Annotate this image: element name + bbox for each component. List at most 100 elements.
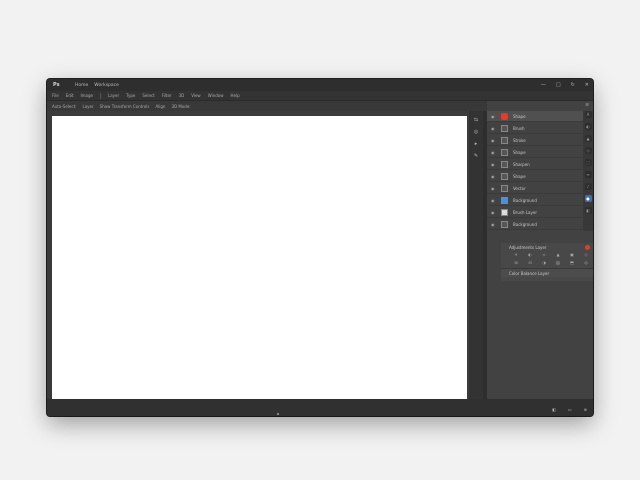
eye-icon[interactable]: ◉ [491, 222, 497, 227]
play-icon[interactable]: ▸ [475, 141, 478, 147]
record-dot-icon[interactable] [585, 245, 590, 250]
adjustments-grid: ☀ ◐ ≈ ▲ ▣ ◇ ⊞ ⊟ ◑ ▧ ⬒ ◎ [501, 252, 593, 268]
invert-icon[interactable]: ◑ [537, 260, 551, 268]
layer-thumbnail [501, 124, 508, 132]
panel-menu-icon[interactable]: ≡ [585, 103, 589, 108]
menu-3d[interactable]: 3D [179, 93, 185, 98]
refresh-icon[interactable]: ↻ [571, 82, 575, 88]
title-menu: Home Workspace [75, 83, 119, 88]
document-canvas[interactable] [52, 116, 467, 399]
mask-icon[interactable]: ◧ [584, 207, 592, 214]
title-bar: Ps Home Workspace — □ ↻ ✕ [47, 79, 593, 91]
panel-side-icons: A ◐ ▲ ◇ ⬚ ≡ ♪ ● ◧ [583, 111, 593, 231]
layer-row[interactable]: ◉ Brush [487, 123, 583, 134]
layers-panel: ≡ ◉ Shape ◉ Brush ◉ Stroke ◉ Shape ◉ Sha… [487, 101, 593, 399]
menu-select[interactable]: Select [142, 93, 154, 98]
threshold-icon[interactable]: ⬒ [565, 260, 579, 268]
music-icon[interactable]: ♪ [584, 183, 592, 190]
layer-thumbnail [501, 148, 508, 156]
title-menu-home[interactable]: Home [75, 83, 88, 88]
layer-row[interactable]: ◉ Shape [487, 111, 583, 122]
window-controls: — □ ↻ ✕ [541, 79, 589, 91]
new-layer-icon[interactable]: ▭ [568, 407, 572, 412]
menu-bar: File Edit Image Layer Type Select Filter… [47, 91, 593, 101]
frame-icon[interactable]: ⬚ [584, 159, 592, 166]
option-align[interactable]: Align [155, 104, 165, 109]
text-icon[interactable]: A [584, 111, 592, 118]
menu-image[interactable]: Image [80, 93, 93, 98]
curves-icon[interactable]: ≈ [537, 252, 551, 260]
layer-name: Sharpen [513, 161, 530, 167]
option-auto-select[interactable]: Auto-Select: [52, 104, 77, 109]
posterize-icon[interactable]: ▧ [551, 260, 565, 268]
layer-thumbnail [501, 196, 508, 204]
menu-help[interactable]: Help [230, 93, 239, 98]
target-icon[interactable]: ◎ [474, 129, 478, 135]
eye-icon[interactable]: ◉ [491, 114, 497, 119]
menu-filter[interactable]: Filter [162, 93, 172, 98]
list-icon[interactable]: ≡ [584, 171, 592, 178]
eye-icon[interactable]: ◉ [491, 210, 497, 215]
eye-icon[interactable]: ◉ [491, 186, 497, 191]
layer-row[interactable]: ◉ Background [487, 195, 583, 206]
circle-icon[interactable]: ● [584, 195, 592, 202]
minimize-icon[interactable]: — [541, 82, 546, 88]
option-3d-mode[interactable]: 3D Mode: [171, 104, 190, 109]
menu-layer[interactable]: Layer [108, 93, 119, 98]
layer-name: Shape [513, 149, 526, 155]
eye-icon[interactable]: ◉ [491, 162, 497, 167]
layer-row[interactable]: ◉ Sharpen [487, 159, 583, 170]
gradient-map-icon[interactable]: ⊟ [523, 260, 537, 268]
vibrance-icon[interactable]: ◇ [579, 252, 593, 260]
layer-thumbnail [501, 208, 508, 216]
eye-icon[interactable]: ◉ [491, 150, 497, 155]
layer-row[interactable]: ◉ Shape [487, 171, 583, 182]
brush-icon[interactable]: ✎ [474, 153, 478, 159]
mask-icon[interactable]: ◧ [552, 407, 556, 412]
channel-icon[interactable]: ⊞ [509, 260, 523, 268]
maximize-icon[interactable]: □ [556, 82, 561, 88]
layer-thumbnail [501, 172, 508, 180]
status-bar: ◧ ▭ ⊕ [47, 399, 593, 416]
option-transform-controls[interactable]: Show Transform Controls [100, 104, 150, 109]
menu-window[interactable]: Window [208, 93, 224, 98]
layer-row[interactable]: ◉ Stroke [487, 135, 583, 146]
layer-thumbnail [501, 220, 508, 228]
menu-edit[interactable]: Edit [66, 93, 74, 98]
layer-name: Background [513, 221, 537, 227]
layer-row[interactable]: ◉ Shape [487, 147, 583, 158]
close-icon[interactable]: ✕ [585, 82, 589, 88]
layer-row[interactable]: ◉ Vector [487, 183, 583, 194]
contrast-icon[interactable]: ◐ [584, 123, 592, 130]
levels-icon[interactable]: ▲ [551, 252, 565, 260]
adjustments-header[interactable]: Adjustments Layer [501, 243, 593, 252]
selective-color-icon[interactable]: ◎ [579, 260, 593, 268]
layer-row[interactable]: ◉ Brush Layer [487, 207, 583, 218]
diamond-icon[interactable]: ◇ [584, 147, 592, 154]
title-menu-workspace[interactable]: Workspace [94, 83, 119, 88]
menu-file[interactable]: File [52, 93, 59, 98]
brightness-icon[interactable]: ☀ [509, 252, 523, 260]
panel-toolstrip: ⇆ ◎ ▸ ✎ [469, 111, 483, 399]
status-marker [277, 413, 279, 415]
swap-icon[interactable]: ⇆ [474, 117, 478, 123]
eye-icon[interactable]: ◉ [491, 138, 497, 143]
layer-thumbnail [501, 112, 508, 120]
exposure-icon[interactable]: ▣ [565, 252, 579, 260]
layer-name: Brush [513, 125, 525, 131]
menu-type[interactable]: Type [126, 93, 135, 98]
eye-icon[interactable]: ◉ [491, 126, 497, 131]
layer-row[interactable]: ◉ Background [487, 219, 583, 230]
triangle-icon[interactable]: ▲ [584, 135, 592, 142]
menu-view[interactable]: View [191, 93, 201, 98]
layer-name: Vector [513, 185, 526, 191]
menu-separator [99, 92, 101, 99]
eye-icon[interactable]: ◉ [491, 174, 497, 179]
app-window: Ps Home Workspace — □ ↻ ✕ File Edit Imag… [47, 79, 593, 416]
add-icon[interactable]: ⊕ [584, 407, 587, 412]
adjustments-footer[interactable]: Color Balance Layer [501, 268, 593, 277]
eye-icon[interactable]: ◉ [491, 198, 497, 203]
panel-header: ≡ [487, 101, 593, 109]
option-layer[interactable]: Layer [83, 104, 94, 109]
contrast-icon[interactable]: ◐ [523, 252, 537, 260]
